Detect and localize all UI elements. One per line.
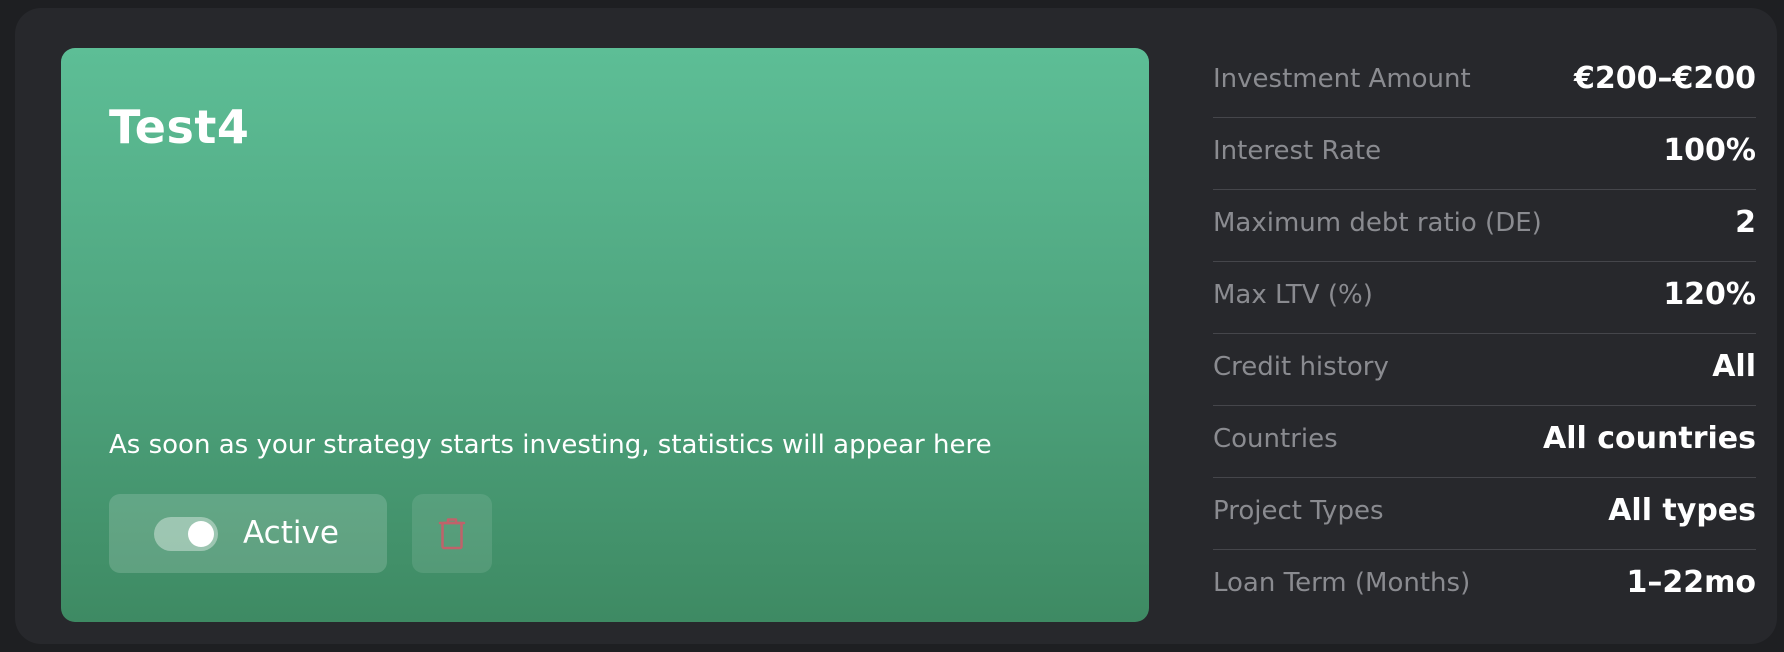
detail-value: 100% <box>1663 133 1756 168</box>
detail-row-credit-history: Credit history All <box>1213 334 1756 406</box>
strategy-card: Test4 As soon as your strategy starts in… <box>61 48 1149 622</box>
detail-row-loan-term: Loan Term (Months) 1–22mo <box>1213 550 1756 622</box>
detail-value: 120% <box>1663 277 1756 312</box>
strategy-panel: Test4 As soon as your strategy starts in… <box>15 8 1777 644</box>
detail-value: All types <box>1608 493 1756 528</box>
delete-strategy-button[interactable] <box>412 494 492 573</box>
detail-label: Loan Term (Months) <box>1213 568 1471 598</box>
detail-value: 2 <box>1735 205 1756 240</box>
detail-row-max-debt-ratio: Maximum debt ratio (DE) 2 <box>1213 190 1756 262</box>
detail-row-max-ltv: Max LTV (%) 120% <box>1213 262 1756 334</box>
detail-row-interest-rate: Interest Rate 100% <box>1213 118 1756 190</box>
detail-label: Investment Amount <box>1213 64 1471 94</box>
detail-row-countries: Countries All countries <box>1213 406 1756 478</box>
detail-label: Credit history <box>1213 352 1389 382</box>
detail-row-investment-amount: Investment Amount €200–€200 <box>1213 46 1756 118</box>
trash-icon <box>438 518 466 550</box>
detail-label: Max LTV (%) <box>1213 280 1373 310</box>
status-toggle-button[interactable]: Active <box>109 494 387 573</box>
status-label: Active <box>243 515 339 551</box>
strategy-details-list: Investment Amount €200–€200 Interest Rat… <box>1213 46 1756 622</box>
detail-value: €200–€200 <box>1574 61 1756 96</box>
toggle-knob <box>188 521 214 547</box>
detail-label: Interest Rate <box>1213 136 1382 166</box>
detail-label: Maximum debt ratio (DE) <box>1213 208 1542 238</box>
status-toggle-switch[interactable] <box>154 517 218 551</box>
statistics-placeholder-message: As soon as your strategy starts investin… <box>109 430 992 460</box>
strategy-title: Test4 <box>109 100 250 154</box>
detail-value: All <box>1712 349 1756 384</box>
detail-row-project-types: Project Types All types <box>1213 478 1756 550</box>
detail-label: Countries <box>1213 424 1338 454</box>
detail-value: 1–22mo <box>1626 565 1757 600</box>
detail-value: All countries <box>1543 421 1756 456</box>
detail-label: Project Types <box>1213 496 1384 526</box>
